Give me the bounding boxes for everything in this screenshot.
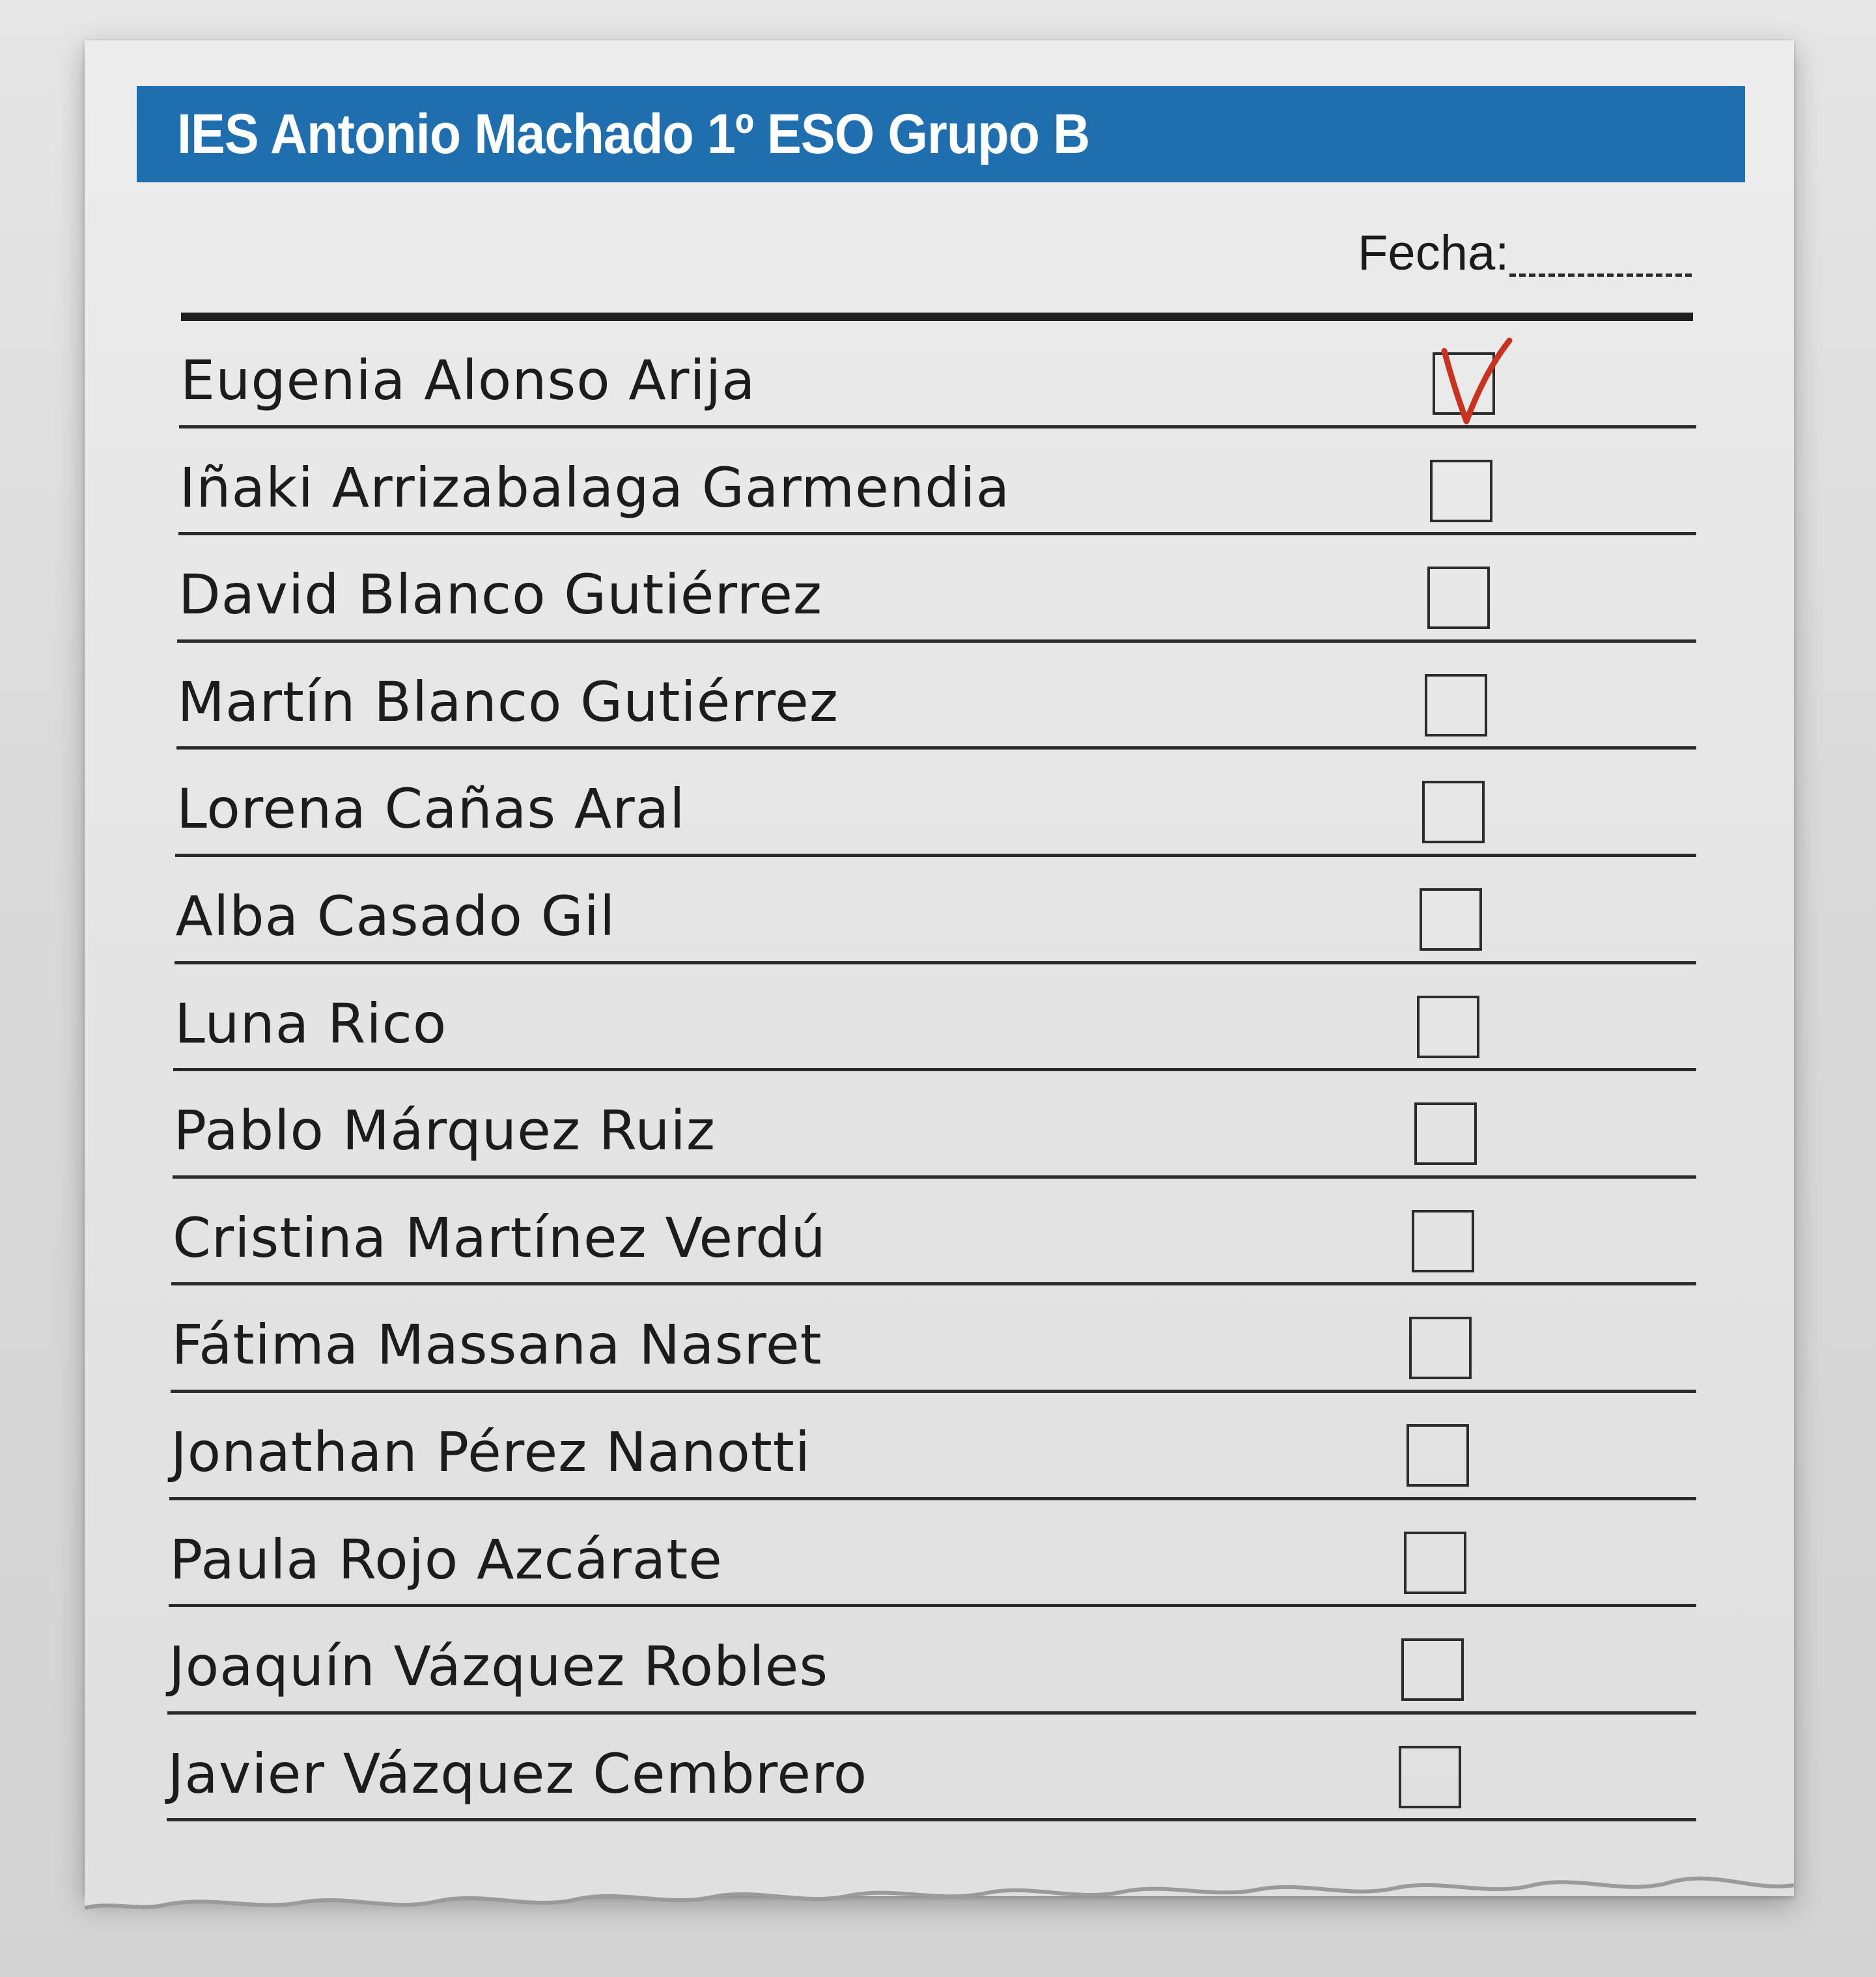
student-name: Javier Vázquez Cembrero	[167, 1741, 868, 1806]
student-name: Martín Blanco Gutiérrez	[177, 669, 839, 734]
list-item: Martín Blanco Gutiérrez	[176, 643, 1696, 750]
list-item: Javier Vázquez Cembrero	[166, 1715, 1696, 1822]
student-name: Cristina Martínez Verdú	[173, 1205, 826, 1270]
attendance-checkbox[interactable]	[1433, 337, 1513, 425]
class-title: IES Antonio Machado 1º ESO Grupo B	[177, 102, 1090, 165]
student-name: Paula Rojo Azcárate	[169, 1527, 723, 1591]
attendance-checkbox[interactable]	[1401, 1638, 1464, 1702]
list-item: Pablo Márquez Ruiz	[172, 1071, 1696, 1179]
list-item: David Blanco Gutiérrez	[177, 535, 1696, 643]
list-item: Cristina Martínez Verdú	[171, 1179, 1696, 1286]
list-item: Alba Casado Gil	[174, 857, 1696, 964]
attendance-checkbox[interactable]	[1430, 459, 1492, 522]
check-mark-icon	[1441, 337, 1513, 425]
student-name: Jonathan Pérez Nanotti	[171, 1420, 811, 1484]
torn-paper-edge	[85, 1823, 1794, 1910]
list-item: Eugenia Alonso Arija	[179, 321, 1696, 428]
student-name: Pablo Márquez Ruiz	[173, 1099, 716, 1163]
list-item: Paula Rojo Azcárate	[168, 1500, 1696, 1608]
date-blank-line[interactable]	[1509, 273, 1692, 277]
student-name: David Blanco Gutiérrez	[178, 563, 822, 627]
list-item: Joaquín Vázquez Robles	[167, 1607, 1696, 1715]
student-name: Iñaki Arrizabalaga Garmendia	[179, 455, 1011, 520]
list-item: Iñaki Arrizabalaga Garmendia	[178, 428, 1696, 536]
attendance-checkbox[interactable]	[1420, 888, 1482, 951]
list-item: Fátima Massana Nasret	[170, 1285, 1696, 1393]
student-name: Luna Rico	[175, 991, 447, 1056]
student-name: Lorena Cañas Aral	[176, 777, 686, 841]
attendance-checkbox[interactable]	[1409, 1317, 1472, 1380]
header-band: IES Antonio Machado 1º ESO Grupo B	[137, 86, 1745, 182]
student-name: Eugenia Alonso Arija	[180, 348, 756, 412]
student-name: Alba Casado Gil	[175, 884, 616, 948]
attendance-checkbox[interactable]	[1427, 567, 1490, 630]
attendance-checkbox[interactable]	[1399, 1745, 1461, 1808]
attendance-checkbox[interactable]	[1417, 995, 1479, 1058]
attendance-checkbox[interactable]	[1412, 1209, 1474, 1272]
list-item: Lorena Cañas Aral	[175, 750, 1696, 857]
date-label: Fecha:	[1358, 225, 1509, 281]
attendance-checkbox[interactable]	[1407, 1423, 1469, 1487]
list-item: Jonathan Pérez Nanotti	[169, 1393, 1696, 1500]
attendance-checkbox[interactable]	[1422, 781, 1485, 844]
header-divider	[181, 313, 1693, 321]
student-roster: Eugenia Alonso Arija Iñaki Arrizabalaga G…	[166, 321, 1696, 1822]
attendance-checkbox[interactable]	[1404, 1531, 1466, 1594]
attendance-checkbox[interactable]	[1425, 673, 1487, 736]
student-name: Joaquín Vázquez Robles	[169, 1634, 829, 1699]
student-name: Fátima Massana Nasret	[171, 1313, 822, 1377]
attendance-checkbox[interactable]	[1414, 1102, 1477, 1166]
list-item: Luna Rico	[173, 964, 1696, 1072]
